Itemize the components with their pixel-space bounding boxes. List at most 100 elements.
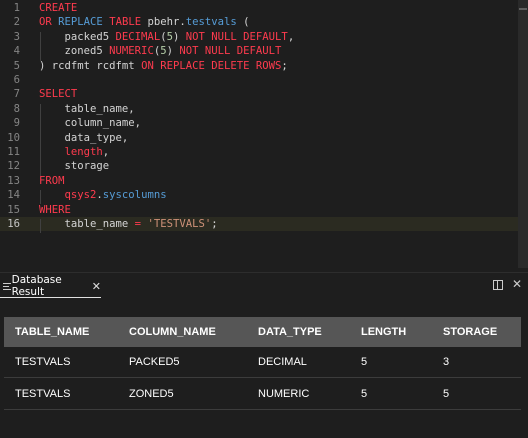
code-text: length,	[39, 145, 110, 159]
line-number: 8	[13, 102, 20, 115]
code-line[interactable]: 11 length,	[0, 145, 528, 159]
line-number: 15	[7, 203, 20, 216]
code-text: zoned5 NUMERIC(5) NOT NULL DEFAULT	[39, 44, 282, 58]
line-number: 7	[13, 88, 20, 101]
line-number: 16	[7, 218, 20, 230]
code-token: NOT NULL DEFAULT	[179, 45, 282, 58]
code-text: CREATE	[39, 1, 77, 15]
table-cell: 5	[432, 377, 521, 410]
table-cell: ZONED5	[118, 377, 247, 410]
table-row[interactable]: TESTVALS PACKED5 DECIMAL 5 3	[4, 347, 521, 378]
code-line[interactable]: 16 table_name = 'TESTVALS';	[0, 217, 528, 232]
code-line[interactable]: 9 column_name,	[0, 116, 528, 130]
code-line[interactable]: 4 zoned5 NUMERIC(5) NOT NULL DEFAULT	[0, 44, 528, 58]
code-token: qsys2	[64, 189, 97, 202]
list-icon	[2, 281, 11, 291]
code-token: TABLE	[109, 16, 142, 29]
scrollbar-position-marker	[519, 8, 527, 10]
code-line[interactable]: 2 OR REPLACE TABLE pbehr.testvals (	[0, 15, 528, 29]
indent-guide	[40, 104, 41, 176]
code-token: CREATE	[39, 2, 78, 14]
code-line[interactable]: 6	[0, 73, 528, 87]
code-token: NOT NULL DEFAULT	[185, 30, 288, 43]
code-line[interactable]: 15 WHERE	[0, 203, 528, 217]
code-token: )	[172, 30, 186, 43]
code-token: FROM	[39, 174, 65, 187]
code-token: DECIMAL	[115, 30, 161, 43]
table-cell: NUMERIC	[247, 377, 350, 410]
code-token: testvals	[185, 16, 237, 29]
line-number: 13	[7, 174, 20, 187]
code-text: qsys2.syscolumns	[39, 188, 167, 202]
code-token: ;	[211, 218, 218, 230]
code-token: table_name,	[39, 102, 135, 115]
table-cell: TESTVALS	[4, 377, 118, 410]
code-token: OR	[39, 16, 52, 29]
column-header[interactable]: LENGTH	[350, 317, 432, 347]
code-token: (	[236, 16, 250, 29]
line-number: 14	[7, 189, 20, 202]
code-token: NUMERIC	[109, 45, 154, 58]
code-line[interactable]: 10 data_type,	[0, 131, 528, 145]
code-text: table_name,	[39, 102, 135, 116]
code-token: ON	[141, 59, 154, 72]
code-token: column_name,	[39, 117, 142, 130]
line-number: 6	[13, 74, 20, 86]
line-number: 4	[13, 45, 20, 58]
code-line[interactable]: 3 packed5 DECIMAL(5) NOT NULL DEFAULT,	[0, 30, 528, 44]
table-row[interactable]: TESTVALS ZONED5 NUMERIC 5 5	[4, 377, 521, 410]
line-number: 5	[13, 59, 20, 72]
table-cell: 5	[350, 347, 432, 378]
code-token: storage	[39, 160, 110, 173]
column-header[interactable]: COLUMN_NAME	[118, 317, 247, 347]
table-cell: PACKED5	[118, 347, 247, 378]
line-number: 12	[7, 160, 20, 173]
code-token: syscolumns	[102, 189, 167, 202]
close-panel-icon[interactable]: ✕	[512, 277, 522, 291]
code-line[interactable]: 5 ) rcdfmt rcdfmt ON REPLACE DELETE ROWS;	[0, 59, 528, 73]
code-text: data_type,	[39, 131, 129, 145]
code-text: packed5 DECIMAL(5) NOT NULL DEFAULT,	[39, 30, 295, 44]
split-editor-icon[interactable]	[493, 280, 503, 290]
code-token: SELECT	[39, 88, 78, 101]
result-view: TABLE_NAME COLUMN_NAME DATA_TYPE LENGTH …	[0, 298, 528, 438]
code-text: SELECT	[39, 87, 77, 101]
line-number: 11	[7, 146, 20, 158]
code-line[interactable]: 13 FROM	[0, 174, 528, 188]
code-token: 'TESTVALS'	[147, 218, 212, 230]
table-header-row: TABLE_NAME COLUMN_NAME DATA_TYPE LENGTH …	[4, 317, 521, 347]
code-text: ) rcdfmt rcdfmt ON REPLACE DELETE ROWS;	[39, 59, 288, 73]
code-line[interactable]: 12 storage	[0, 159, 528, 173]
indent-guide	[40, 219, 41, 233]
line-number: 1	[13, 2, 20, 14]
code-line[interactable]: 14 qsys2.syscolumns	[0, 188, 528, 202]
code-text: WHERE	[39, 203, 71, 217]
line-number: 9	[13, 117, 20, 130]
sql-editor[interactable]: 1 CREATE 2 OR REPLACE TABLE pbehr.testvals …	[0, 0, 528, 272]
code-line[interactable]: 7 SELECT	[0, 87, 528, 101]
code-line[interactable]: 1 CREATE	[0, 1, 528, 15]
code-token: )	[166, 45, 180, 58]
table-cell: DECIMAL	[247, 347, 350, 378]
code-line[interactable]: 8 table_name,	[0, 102, 528, 116]
close-icon[interactable]: ✕	[92, 280, 101, 293]
code-token: pbehr	[147, 16, 180, 29]
code-token: REPLACE	[58, 16, 103, 29]
line-number: 2	[13, 16, 20, 29]
column-header[interactable]: STORAGE	[432, 317, 521, 347]
column-header[interactable]: DATA_TYPE	[247, 317, 350, 347]
code-token: data_type,	[39, 131, 129, 144]
code-token: ,	[287, 30, 295, 43]
code-token: zoned5	[39, 45, 110, 58]
code-text: table_name = 'TESTVALS';	[39, 217, 218, 231]
code-token: REPLACE DELETE ROWS	[160, 59, 282, 72]
code-text: OR REPLACE TABLE pbehr.testvals (	[39, 15, 250, 29]
editor-scrollbar[interactable]	[518, 0, 528, 268]
tab-database-result[interactable]: Database Result ✕	[0, 273, 101, 299]
table-cell: 5	[350, 377, 432, 410]
column-header[interactable]: TABLE_NAME	[4, 317, 118, 347]
line-number: 3	[13, 30, 20, 43]
table-cell: TESTVALS	[4, 347, 118, 378]
